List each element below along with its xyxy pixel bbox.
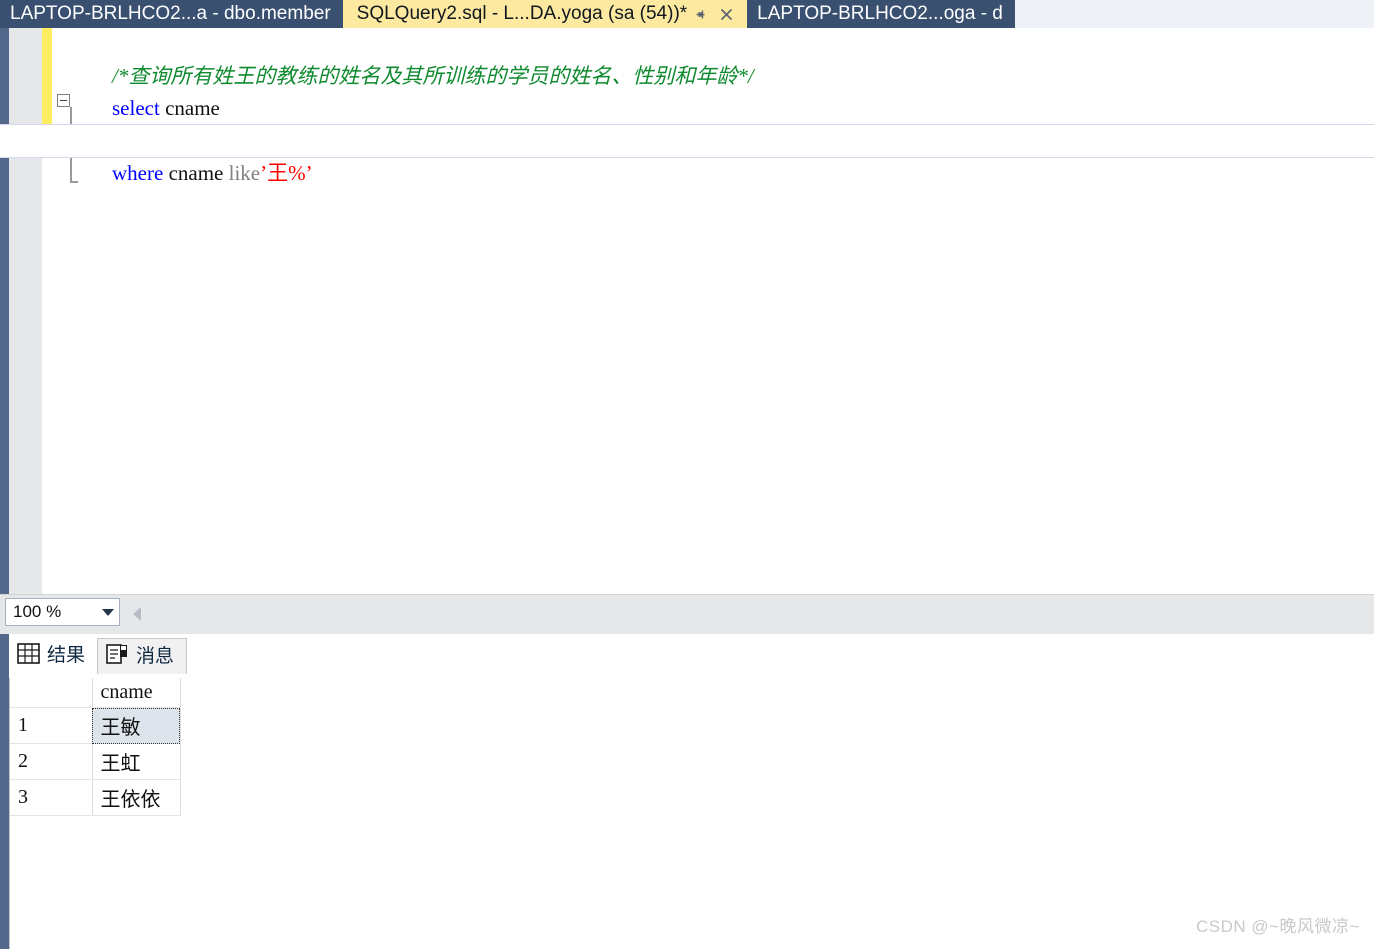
code-line-where[interactable]: where cname like’王%’ bbox=[0, 124, 1374, 185]
code-line-comment[interactable]: /*查询所有姓王的教练的姓名及其所训练的学员的姓名、性别和年龄*/ bbox=[52, 28, 1374, 88]
csdn-watermark: CSDN @~晚风微凉~ bbox=[1195, 917, 1360, 936]
tab-label: LAPTOP-BRLHCO2...a - dbo.member bbox=[10, 3, 331, 24]
results-indicator-bar bbox=[0, 634, 9, 949]
results-grid-header: cname bbox=[10, 678, 181, 708]
results-panel: 结果 消息 cname 1 王敏 2 王虹 3 王依依 CSDN @~晚风微凉~ bbox=[0, 634, 1374, 949]
header-row: cname bbox=[10, 678, 181, 708]
results-grid[interactable]: cname 1 王敏 2 王虹 3 王依依 bbox=[10, 678, 181, 816]
tab-label: SQLQuery2.sql - L...DA.yoga (sa (54))* bbox=[356, 3, 688, 24]
cell-cname[interactable]: 王敏 bbox=[92, 707, 181, 744]
column-header-cname[interactable]: cname bbox=[92, 678, 181, 708]
tab-sqlquery2[interactable]: SQLQuery2.sql - L...DA.yoga (sa (54))* bbox=[342, 0, 748, 28]
code-text-area[interactable]: /*查询所有姓王的教练的姓名及其所训练的学员的姓名、性别和年龄*/ select… bbox=[0, 28, 1374, 594]
table-row[interactable]: 3 王依依 bbox=[10, 779, 181, 816]
row-number[interactable]: 2 bbox=[10, 743, 93, 780]
document-tab-strip: LAPTOP-BRLHCO2...a - dbo.member SQLQuery… bbox=[0, 0, 1374, 28]
tab-member-table[interactable]: LAPTOP-BRLHCO2...a - dbo.member bbox=[0, 0, 343, 28]
rownum-header[interactable] bbox=[10, 678, 93, 708]
results-tab-label: 结果 bbox=[47, 645, 86, 666]
row-number[interactable]: 1 bbox=[10, 707, 93, 744]
results-grid-body: 1 王敏 2 王虹 3 王依依 bbox=[10, 707, 181, 816]
results-tab-strip: 结果 消息 bbox=[9, 634, 188, 674]
editor-indicator-bar bbox=[0, 28, 9, 594]
chevron-down-icon[interactable] bbox=[97, 608, 119, 616]
results-grid-container[interactable]: cname 1 王敏 2 王虹 3 王依依 bbox=[9, 678, 1374, 949]
token-identifier-cname: cname bbox=[163, 161, 229, 185]
pin-icon[interactable] bbox=[687, 0, 713, 28]
cell-cname[interactable]: 王虹 bbox=[92, 743, 181, 780]
tab-label: LAPTOP-BRLHCO2...oga - d bbox=[757, 3, 1003, 24]
close-icon[interactable] bbox=[713, 0, 739, 28]
token-keyword-where: where bbox=[112, 161, 164, 185]
sql-editor[interactable]: /*查询所有姓王的教练的姓名及其所训练的学员的姓名、性别和年龄*/ select… bbox=[0, 28, 1374, 594]
triangle-left-icon[interactable] bbox=[133, 607, 141, 621]
row-number[interactable]: 3 bbox=[10, 779, 93, 816]
messages-tab-label: 消息 bbox=[136, 645, 175, 667]
code-line-select[interactable]: select cname bbox=[52, 60, 1374, 120]
message-icon bbox=[106, 643, 129, 671]
tab-results[interactable]: 结果 bbox=[9, 638, 98, 674]
code-line-from[interactable]: from coach bbox=[52, 92, 1374, 152]
editor-gutter[interactable] bbox=[9, 28, 42, 594]
table-row[interactable]: 2 王虹 bbox=[10, 743, 181, 780]
tab-yoga-db[interactable]: LAPTOP-BRLHCO2...oga - d bbox=[747, 0, 1015, 28]
cell-cname[interactable]: 王依依 bbox=[92, 779, 181, 816]
editor-status-bar: 100 % bbox=[0, 594, 1374, 634]
zoom-level-dropdown[interactable]: 100 % bbox=[5, 598, 120, 626]
zoom-level-value: 100 % bbox=[13, 602, 62, 621]
tab-messages[interactable]: 消息 bbox=[97, 638, 188, 674]
table-row[interactable]: 1 王敏 bbox=[10, 707, 181, 744]
token-string-literal: ’王%’ bbox=[260, 161, 313, 185]
token-operator-like: like bbox=[228, 161, 261, 185]
ssms-window: LAPTOP-BRLHCO2...a - dbo.member SQLQuery… bbox=[0, 0, 1374, 949]
grid-icon bbox=[17, 642, 40, 670]
